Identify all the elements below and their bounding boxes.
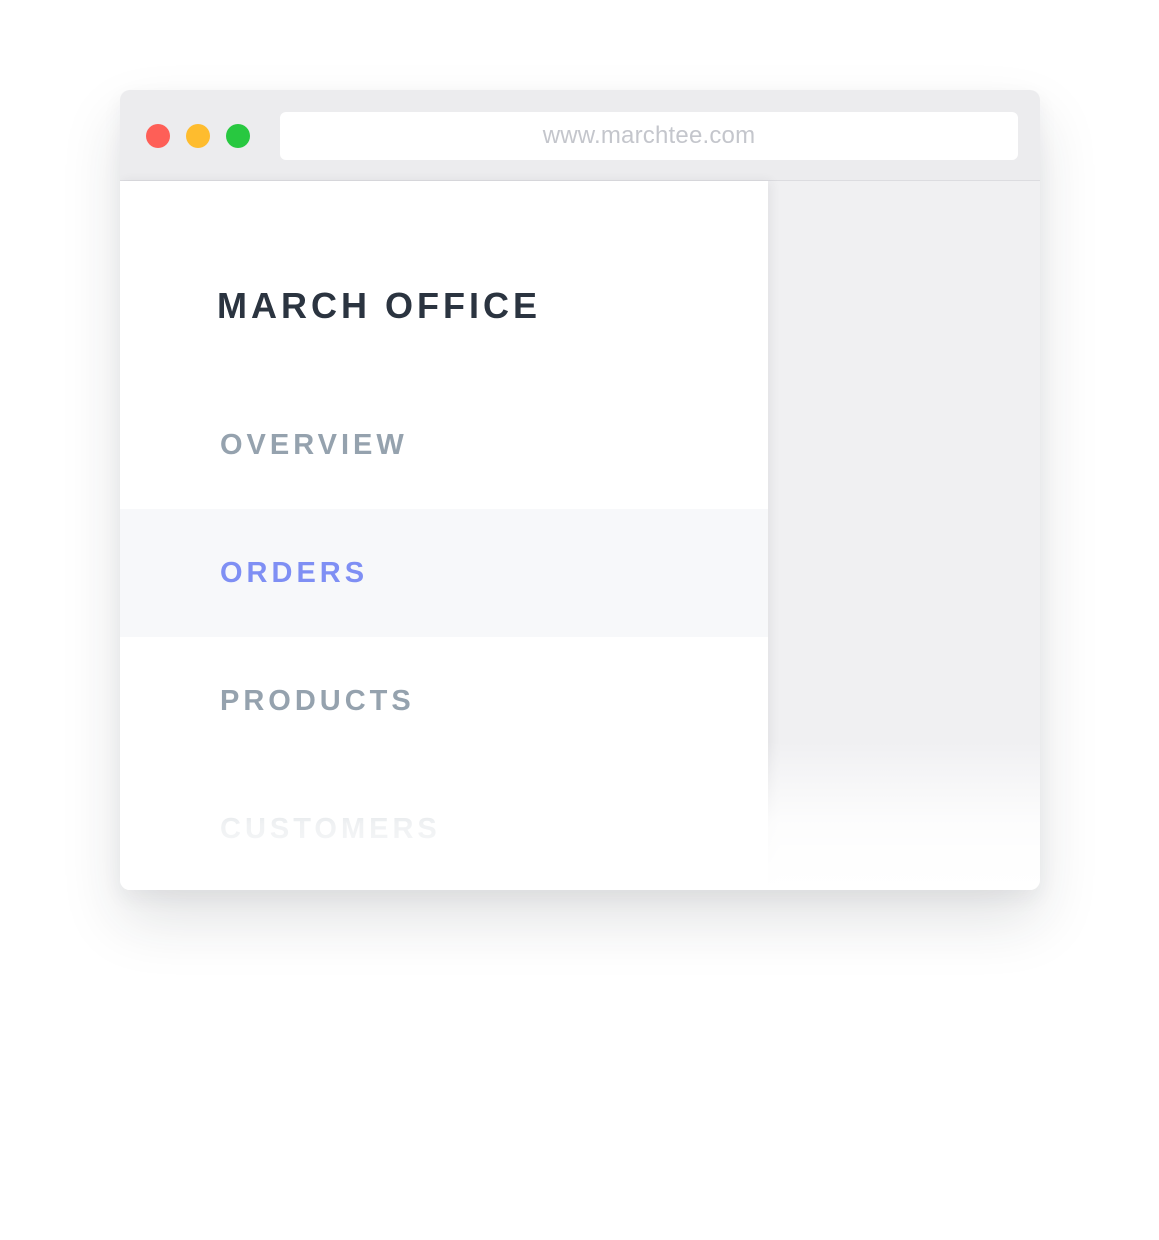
address-bar[interactable]: www.marchtee.com: [280, 112, 1018, 160]
sidebar-item-label: CUSTOMERS: [220, 812, 441, 845]
page: www.marchtee.com MARCH OFFICE OVERVIEW O…: [0, 0, 1159, 1240]
browser-window: www.marchtee.com MARCH OFFICE OVERVIEW O…: [120, 90, 1040, 890]
close-window-button[interactable]: [146, 124, 170, 148]
sidebar-item-customers[interactable]: CUSTOMERS: [120, 765, 768, 890]
sidebar-item-label: PRODUCTS: [220, 684, 415, 717]
sidebar-item-products[interactable]: PRODUCTS: [120, 637, 768, 765]
sidebar-item-orders[interactable]: ORDERS: [120, 509, 768, 637]
address-bar-url: www.marchtee.com: [542, 122, 756, 149]
sidebar-item-overview[interactable]: OVERVIEW: [120, 381, 768, 509]
sidebar-item-label: OVERVIEW: [220, 428, 408, 461]
minimize-window-button[interactable]: [186, 124, 210, 148]
sidebar-item-label: ORDERS: [220, 556, 369, 589]
maximize-window-button[interactable]: [226, 124, 250, 148]
sidebar: MARCH OFFICE OVERVIEW ORDERS PRODUCTS CU…: [120, 181, 768, 890]
main-content-pane: [768, 181, 1040, 890]
window-titlebar: www.marchtee.com: [120, 90, 1040, 181]
brand-title: MARCH OFFICE: [217, 285, 541, 326]
app-content: MARCH OFFICE OVERVIEW ORDERS PRODUCTS CU…: [120, 181, 1040, 890]
